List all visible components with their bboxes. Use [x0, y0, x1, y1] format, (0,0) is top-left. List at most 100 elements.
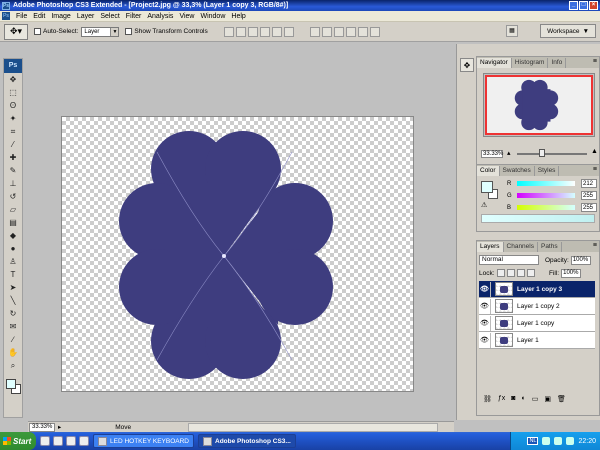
eye-icon[interactable]: 👁 — [479, 298, 491, 314]
layer-row[interactable]: 👁 Layer 1 copy — [479, 315, 595, 332]
panel-menu-icon[interactable]: ≡ — [593, 166, 597, 173]
dodge-tool-icon[interactable]: ● — [5, 243, 21, 255]
eyedropper2-tool-icon[interactable]: ∕ — [5, 334, 21, 346]
marquee-tool-icon[interactable]: ⬚ — [5, 87, 21, 99]
panel-menu-icon[interactable]: ≡ — [593, 242, 597, 249]
show-transform-checkbox[interactable] — [125, 28, 133, 35]
eye-icon[interactable]: 👁 — [479, 281, 491, 297]
zoom-field[interactable]: 33.33% — [29, 422, 55, 432]
line-tool-icon[interactable]: ╲ — [5, 295, 21, 307]
menu-window[interactable]: Window — [197, 13, 228, 20]
blend-mode-dropdown[interactable]: Normal — [479, 255, 539, 265]
workspace-button[interactable]: Workspace ▼ — [540, 24, 596, 38]
link-layers-icon[interactable]: ⛓ — [483, 395, 492, 403]
quick-launch-icon[interactable] — [40, 436, 50, 446]
navigator-view-box[interactable] — [485, 75, 593, 135]
tab-styles[interactable]: Styles — [535, 166, 560, 176]
3d-rotate-tool-icon[interactable]: ↻ — [5, 308, 21, 320]
tab-navigator[interactable]: Navigator — [477, 58, 512, 68]
layer-row[interactable]: 👁 Layer 1 copy 3 — [479, 281, 595, 298]
new-group-icon[interactable]: ▭ — [532, 395, 539, 403]
blue-value[interactable]: 255 — [581, 203, 597, 212]
distribute-right-icon[interactable] — [369, 26, 380, 37]
quick-launch-icon[interactable] — [53, 436, 63, 446]
tray-icon[interactable] — [554, 437, 563, 445]
green-value[interactable]: 255 — [581, 191, 597, 200]
lock-all-icon[interactable] — [526, 269, 535, 277]
canvas[interactable] — [61, 116, 414, 392]
layer-style-icon[interactable]: ƒx — [498, 395, 505, 403]
green-slider[interactable] — [517, 193, 575, 198]
menu-edit[interactable]: Edit — [30, 13, 48, 20]
language-indicator[interactable]: NL — [527, 437, 539, 445]
brush-tool-icon[interactable]: ✎ — [5, 165, 21, 177]
tab-color[interactable]: Color — [477, 166, 500, 176]
red-value[interactable]: 212 — [581, 179, 597, 188]
eyedropper-tool-icon[interactable]: ⁄ — [5, 139, 21, 151]
healing-brush-tool-icon[interactable]: ✚ — [5, 152, 21, 164]
zoom-in-icon[interactable]: ▲ — [591, 148, 598, 155]
tray-icon[interactable] — [542, 437, 551, 445]
quick-launch-icon[interactable] — [79, 436, 89, 446]
blur-tool-icon[interactable]: ◆ — [5, 230, 21, 242]
tab-channels[interactable]: Channels — [504, 242, 538, 252]
color-foreground-swatch[interactable] — [481, 181, 493, 193]
menu-file[interactable]: File — [13, 13, 30, 20]
lock-position-icon[interactable] — [516, 269, 525, 277]
distribute-top-icon[interactable] — [309, 26, 320, 37]
hand-tool-icon[interactable]: ✋ — [5, 347, 21, 359]
auto-select-dropdown[interactable]: Layer ▼ — [81, 26, 120, 37]
close-button[interactable]: × — [589, 1, 598, 10]
volume-icon[interactable] — [566, 437, 575, 445]
layer-row[interactable]: 👁 Layer 1 copy 2 — [479, 298, 595, 315]
horizontal-scrollbar[interactable] — [188, 423, 438, 432]
blue-slider[interactable] — [517, 205, 575, 210]
bridge-icon[interactable]: ▦ — [506, 25, 518, 37]
document-icon[interactable]: Ps — [2, 12, 10, 20]
menu-filter[interactable]: Filter — [123, 13, 145, 20]
new-layer-icon[interactable]: ▣ — [544, 395, 551, 403]
taskbar-item[interactable]: LED HOTKEY KEYBOARD — [93, 434, 194, 448]
auto-select-option[interactable]: Auto-Select: Layer ▼ — [34, 26, 120, 37]
eye-icon[interactable]: 👁 — [479, 332, 491, 348]
move-tool-preset-icon[interactable]: ✥▾ — [4, 23, 28, 40]
align-top-icon[interactable] — [223, 26, 234, 37]
minimize-button[interactable]: _ — [569, 1, 578, 10]
panel-menu-icon[interactable]: ≡ — [593, 58, 597, 65]
color-ramp[interactable] — [481, 214, 595, 223]
eye-icon[interactable]: 👁 — [479, 315, 491, 331]
tool-presets-icon[interactable]: ✥ — [460, 58, 474, 72]
menu-help[interactable]: Help — [228, 13, 248, 20]
navigator-preview[interactable] — [483, 73, 595, 137]
align-right-icon[interactable] — [283, 26, 294, 37]
lasso-tool-icon[interactable]: ʘ — [5, 100, 21, 112]
move-tool-icon[interactable]: ✥ — [5, 74, 21, 86]
lock-transparency-icon[interactable] — [496, 269, 505, 277]
maximize-button[interactable]: □ — [579, 1, 588, 10]
type-tool-icon[interactable]: T — [5, 269, 21, 281]
navigator-slider-handle[interactable] — [539, 149, 545, 157]
align-left-icon[interactable] — [259, 26, 270, 37]
distribute-center-icon[interactable] — [357, 26, 368, 37]
menu-view[interactable]: View — [176, 13, 197, 20]
tab-info[interactable]: Info — [548, 58, 567, 68]
crop-tool-icon[interactable]: ⌗ — [5, 126, 21, 138]
show-transform-option[interactable]: Show Transform Controls — [125, 28, 208, 35]
status-menu-icon[interactable]: ▸ — [58, 423, 61, 431]
taskbar-item[interactable]: Adobe Photoshop CS3... — [198, 434, 296, 448]
align-bottom-icon[interactable] — [247, 26, 258, 37]
navigator-zoom-slider[interactable] — [517, 153, 587, 155]
delete-layer-icon[interactable]: 🗑 — [557, 395, 566, 403]
menu-image[interactable]: Image — [48, 13, 73, 20]
pen-tool-icon[interactable]: ♙ — [5, 256, 21, 268]
menu-analysis[interactable]: Analysis — [144, 13, 176, 20]
gradient-tool-icon[interactable]: ▤ — [5, 217, 21, 229]
red-slider[interactable] — [517, 181, 575, 186]
fill-field[interactable]: 100% — [561, 269, 582, 278]
quick-launch-icon[interactable] — [66, 436, 76, 446]
zoom-tool-icon[interactable]: ⌕ — [5, 360, 21, 372]
start-button[interactable]: Start — [0, 432, 36, 450]
zoom-out-icon[interactable]: ▴ — [507, 149, 511, 157]
history-brush-tool-icon[interactable]: ↺ — [5, 191, 21, 203]
layer-mask-icon[interactable]: ◙ — [511, 395, 515, 403]
